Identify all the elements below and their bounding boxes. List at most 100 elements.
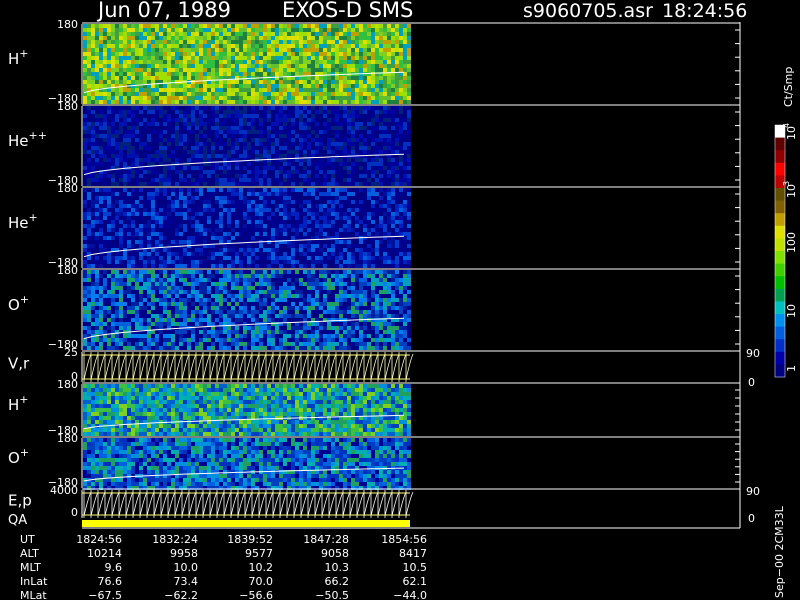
colorbar-swatch	[775, 288, 785, 302]
colorbar-swatch	[775, 326, 785, 340]
y-axis-max: 180	[57, 100, 78, 113]
colorbar-swatch	[775, 301, 785, 315]
footer-cell: 66.2	[325, 575, 350, 588]
y-axis-max: 180	[57, 18, 78, 31]
footer-cell: −44.0	[393, 589, 427, 600]
colorbar-swatch	[775, 276, 785, 290]
panel-heplusplus: 180−180He++	[8, 100, 740, 187]
header-time: 18:24:56	[662, 0, 747, 22]
colorbar: 110100101034	[774, 123, 798, 378]
panel-oplus: 180−180O+	[8, 264, 740, 351]
right-axis-max: 90	[746, 485, 760, 498]
right-axis-min: 0	[748, 376, 755, 389]
footer-cell: 9958	[170, 547, 198, 560]
colorbar-swatch	[775, 339, 785, 353]
y-axis-max: 4000	[50, 484, 78, 497]
footer-row-label: MLat	[20, 589, 47, 600]
y-axis-max: 180	[57, 378, 78, 391]
panel-label: O+	[8, 293, 29, 314]
colorbar-swatch	[775, 162, 785, 176]
footer-cell: 76.6	[98, 575, 123, 588]
footer-cell: 10.5	[403, 561, 428, 574]
footer-cell: 10214	[87, 547, 122, 560]
colorbar-swatch	[775, 137, 785, 151]
colorbar-swatch	[775, 188, 785, 202]
colorbar-swatch	[775, 364, 785, 378]
right-axis-min: 0	[748, 512, 755, 525]
side-text: Sep−00 2CM33L	[773, 505, 786, 598]
colorbar-tick: 3	[782, 181, 791, 186]
footer-cell: −56.6	[239, 589, 273, 600]
footer-cell: 9058	[321, 547, 349, 560]
colorbar-swatch	[775, 351, 785, 365]
panels: 180−180H+180−180He++180−180He+180−180O+9…	[8, 18, 760, 529]
header-instrument: EXOS-D SMS	[282, 0, 413, 22]
y-axis-max: 180	[57, 432, 78, 445]
header-date: Jun 07, 1989	[96, 0, 231, 22]
panel-label: He++	[8, 129, 47, 150]
footer-cell: −67.5	[88, 589, 122, 600]
footer-cell: 10.0	[174, 561, 199, 574]
footer-cell: 1832:24	[152, 533, 198, 546]
spectrogram-cells	[83, 188, 411, 268]
footer-cell: 9.6	[105, 561, 123, 574]
panel-hplus2: 180−180H+	[8, 378, 740, 437]
spectrogram-figure: Jun 07, 1989 EXOS-D SMS s9060705.asr 18:…	[8, 0, 798, 600]
footer-cell: −50.5	[315, 589, 349, 600]
footer-cell: 8417	[399, 547, 427, 560]
footer-cell: 62.1	[403, 575, 428, 588]
y-axis-max: 180	[57, 182, 78, 195]
qa-label: QA	[8, 513, 27, 528]
spectrogram-cells	[83, 24, 411, 104]
footer-cell: 9577	[245, 547, 273, 560]
colorbar-unit: Ct/Smp	[782, 67, 795, 107]
spectrogram-cells	[83, 106, 411, 186]
colorbar-swatch	[775, 251, 785, 265]
colorbar-swatch	[775, 150, 785, 164]
panel-label: H+	[8, 47, 29, 68]
colorbar-tick: 1	[785, 365, 798, 372]
panel-label: V,r	[8, 355, 30, 373]
footer-row-label: MLT	[20, 561, 41, 574]
qa-bar	[82, 520, 410, 527]
colorbar-swatch	[775, 213, 785, 227]
panel-label: O+	[8, 446, 29, 467]
y-axis-max: 25	[64, 346, 78, 359]
spectrogram-cells	[83, 270, 411, 350]
footer-table: UT 1824:56 1832:24 1839:52 1847:28 1854:56 ALT…	[20, 533, 427, 600]
footer-row-label: ALT	[20, 547, 39, 560]
colorbar-swatch	[775, 200, 785, 214]
footer-row-label: InLat	[20, 575, 48, 588]
colorbar-swatch	[775, 314, 785, 328]
colorbar-swatch	[775, 238, 785, 252]
wave-lines	[83, 490, 414, 518]
footer-cell: 1854:56	[381, 533, 427, 546]
footer-cell: 1839:52	[227, 533, 273, 546]
spectrogram-cells	[83, 384, 411, 436]
panel-label: He+	[8, 211, 38, 232]
wave-lines	[83, 352, 414, 382]
y-axis-max: 180	[57, 264, 78, 277]
right-axis-max: 90	[746, 347, 760, 360]
panel-label: E,p	[8, 491, 32, 509]
panel-heplus: 180−180He+	[8, 182, 740, 269]
panel-oplus2: 180−180O+	[8, 432, 740, 490]
colorbar-tick: 100	[785, 232, 798, 253]
y-axis-min: 0	[71, 506, 78, 519]
panel-hplus: 180−180H+	[8, 18, 740, 105]
footer-cell: −62.2	[164, 589, 198, 600]
spectrogram-cells	[83, 438, 411, 490]
footer-cell: 73.4	[174, 575, 199, 588]
colorbar-swatch	[775, 225, 785, 239]
footer-cell: 1847:28	[303, 533, 349, 546]
colorbar-swatch	[775, 263, 785, 277]
colorbar-tick: 4	[782, 123, 791, 128]
footer-cell: 10.3	[325, 561, 350, 574]
footer-cell: 1824:56	[76, 533, 122, 546]
colorbar-tick: 10	[785, 304, 798, 318]
footer-cell: 70.0	[249, 575, 274, 588]
footer-row-label: UT	[20, 533, 35, 546]
header-filename: s9060705.asr	[523, 0, 653, 22]
panel-label: H+	[8, 393, 29, 414]
panel-ep: 90 0 4000 0 E,p	[8, 484, 760, 525]
